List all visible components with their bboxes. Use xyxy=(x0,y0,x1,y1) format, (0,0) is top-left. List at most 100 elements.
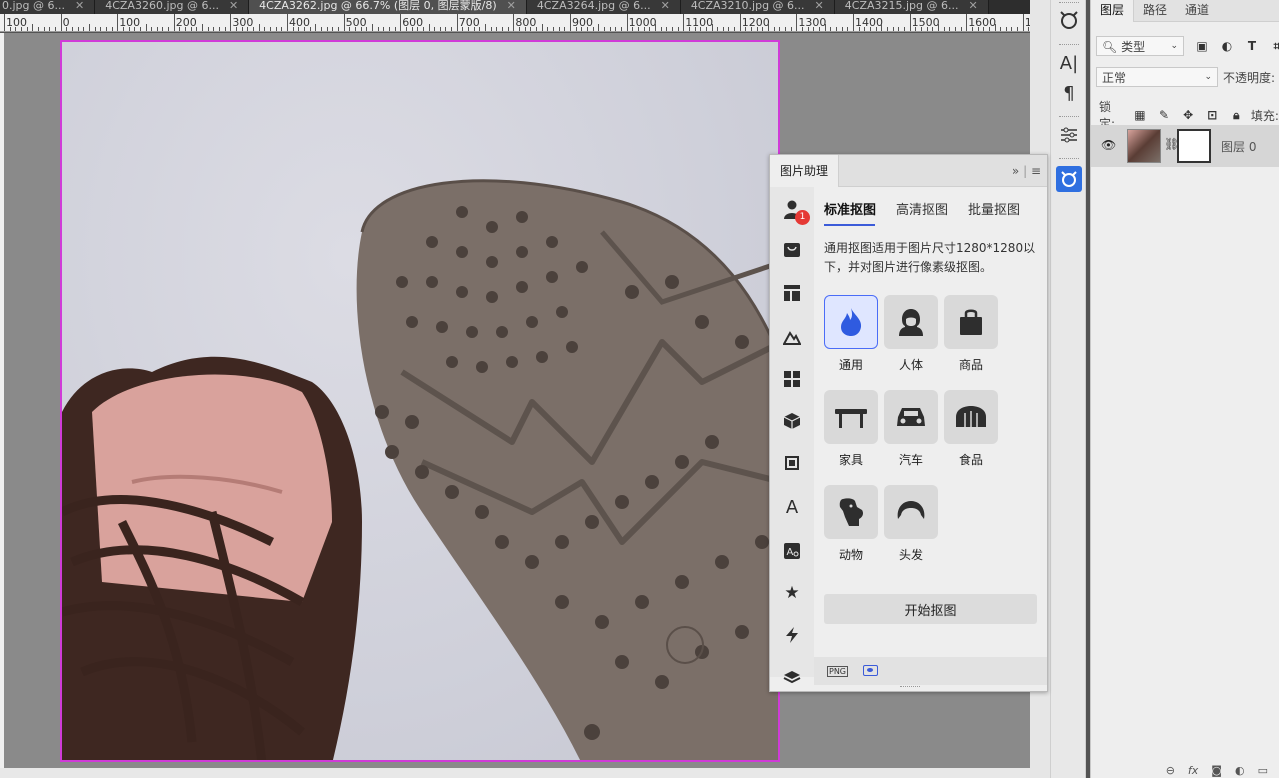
document-image[interactable] xyxy=(60,40,780,762)
lightning-icon[interactable] xyxy=(782,625,802,645)
ruler-tick xyxy=(60,14,62,31)
panel-resize-grip[interactable] xyxy=(770,683,1049,691)
layer-filter-select[interactable]: 🔍︎ 类型 ⌄ xyxy=(1096,36,1184,56)
image-assistant-plugin-icon[interactable] xyxy=(1056,166,1082,192)
close-icon[interactable]: ✕ xyxy=(507,0,516,12)
star-icon[interactable]: ★ xyxy=(782,583,802,603)
text-tool-icon[interactable]: A xyxy=(782,497,802,518)
lock-image-pixels-icon[interactable]: ✎ xyxy=(1157,108,1170,122)
crop-frame-icon[interactable] xyxy=(782,453,802,473)
adjustments-sliders-icon[interactable] xyxy=(1056,122,1082,148)
category-hair[interactable]: 头发 xyxy=(884,485,938,563)
ruler-tick xyxy=(275,27,277,31)
user-avatar-icon[interactable]: 1 xyxy=(780,197,810,225)
ruler-tick xyxy=(977,27,979,31)
tab-standard-cutout[interactable]: 标准抠图 xyxy=(824,199,876,218)
grid-apps-icon[interactable] xyxy=(782,369,802,389)
ruler-tick xyxy=(270,27,272,31)
category-car[interactable]: 汽车 xyxy=(884,390,938,468)
ruler-tick xyxy=(909,14,911,31)
image-filter-icon[interactable]: ▣ xyxy=(1195,39,1209,53)
ruler-tick xyxy=(1017,27,1019,31)
group-icon[interactable]: ▭ xyxy=(1258,764,1268,777)
plugin-bull-icon[interactable] xyxy=(1056,7,1082,33)
ruler-tick xyxy=(383,27,385,31)
plugin-main-area: 标准抠图 高清抠图 批量抠图 通用抠图适用于图片尺寸1280*1280以下，并对… xyxy=(814,187,1047,657)
close-icon[interactable]: ✕ xyxy=(75,0,84,12)
category-food[interactable]: 食品 xyxy=(944,390,998,468)
type-filter-icon[interactable]: T xyxy=(1245,39,1259,53)
fill-label: 填充: xyxy=(1250,108,1279,123)
layer-mask-thumbnail[interactable] xyxy=(1177,129,1211,163)
link-layers-icon[interactable]: ⊖ xyxy=(1166,764,1175,777)
cube-icon[interactable] xyxy=(782,411,802,431)
document-tab[interactable]: 4CZA3215.jpg @ 6... ✕ xyxy=(834,0,989,14)
shopping-bag-icon[interactable] xyxy=(782,239,802,259)
adjustment-layer-icon[interactable]: ◐ xyxy=(1235,764,1245,777)
shopping-bag-icon xyxy=(944,295,998,349)
close-icon[interactable]: ✕ xyxy=(229,0,238,12)
strip-grip[interactable] xyxy=(1059,2,1079,5)
lock-artboard-icon[interactable]: ⊡ xyxy=(1206,108,1219,122)
ruler-tick xyxy=(666,27,668,31)
adjustment-filter-icon[interactable]: ◐ xyxy=(1220,39,1234,53)
strip-grip[interactable] xyxy=(1059,116,1079,119)
ruler-tick xyxy=(9,27,11,31)
ruler-tick xyxy=(700,27,702,31)
ruler-tick xyxy=(869,27,871,31)
png-format-icon[interactable]: PNG xyxy=(827,666,849,677)
ruler-tick xyxy=(315,24,317,31)
document-tab[interactable]: 4CZA3260.jpg @ 6... ✕ xyxy=(95,0,250,14)
ruler-tick xyxy=(966,14,968,31)
ruler-tick xyxy=(592,27,594,31)
lock-transparent-pixels-icon[interactable]: ▦ xyxy=(1133,108,1146,122)
document-tab[interactable]: 4CZA3210.jpg @ 6... ✕ xyxy=(680,0,835,14)
tab-batch-cutout[interactable]: 批量抠图 xyxy=(968,199,1020,218)
tab-layers[interactable]: 图层 xyxy=(1091,0,1135,22)
collapse-icon[interactable]: » xyxy=(1012,164,1019,178)
ruler-tick xyxy=(20,27,22,31)
close-icon[interactable]: ✕ xyxy=(661,0,670,12)
vertical-ruler[interactable] xyxy=(0,33,4,768)
horizontal-ruler[interactable]: 100 0 100 200 300 400 500 600 700 800 900 1000 1100 1… xyxy=(0,14,1030,32)
visibility-eye-icon[interactable]: 👁︎ xyxy=(1101,138,1116,152)
panel-menu-icon[interactable]: ≡ xyxy=(1031,164,1041,178)
tab-paths[interactable]: 路径 xyxy=(1134,0,1176,22)
tab-channels[interactable]: 通道 xyxy=(1176,0,1218,22)
close-icon[interactable]: ✕ xyxy=(815,0,824,12)
strip-grip[interactable] xyxy=(1059,158,1079,161)
layer-name[interactable]: 图层 0 xyxy=(1221,138,1256,155)
category-animal[interactable]: 动物 xyxy=(824,485,878,563)
layer-thumbnail[interactable] xyxy=(1127,129,1161,163)
character-panel-icon[interactable]: A| xyxy=(1056,50,1082,76)
ruler-tick xyxy=(807,27,809,31)
paragraph-panel-icon[interactable]: ¶ xyxy=(1056,80,1082,106)
shape-filter-icon[interactable]: ⌗ xyxy=(1270,39,1279,53)
strip-grip[interactable] xyxy=(1059,44,1079,47)
close-icon[interactable]: ✕ xyxy=(969,0,978,12)
document-tab[interactable]: 4CZA3264.jpg @ 6... ✕ xyxy=(526,0,681,14)
ruler-tick xyxy=(394,27,396,31)
mask-output-icon[interactable] xyxy=(863,665,878,676)
layout-icon[interactable] xyxy=(782,283,802,303)
category-person[interactable]: 人体 xyxy=(884,295,938,373)
lock-position-icon[interactable]: ✥ xyxy=(1182,108,1195,122)
layer-row[interactable]: 👁︎ ⛓︎ 图层 0 xyxy=(1091,125,1279,167)
tab-hd-cutout[interactable]: 高清抠图 xyxy=(896,199,948,218)
category-furniture[interactable]: 家具 xyxy=(824,390,878,468)
plugin-title-tab[interactable]: 图片助理 xyxy=(770,155,840,187)
start-cutout-button[interactable]: 开始抠图 xyxy=(824,594,1037,624)
ruler-tick xyxy=(739,14,741,31)
document-tab-active[interactable]: 4CZA3262.jpg @ 66.7% (图层 0, 图层蒙版/8) ✕ xyxy=(249,0,527,14)
lock-all-icon[interactable]: 🔒︎ xyxy=(1230,108,1243,122)
blend-mode-select[interactable]: 正常 ⌄ xyxy=(1096,67,1218,87)
mountain-image-icon[interactable] xyxy=(782,327,802,347)
fx-icon[interactable]: fx xyxy=(1188,764,1198,777)
document-tab[interactable]: 0.jpg @ 6... ✕ xyxy=(0,0,96,14)
font-search-icon[interactable]: A xyxy=(782,541,802,561)
category-product[interactable]: 商品 xyxy=(944,295,998,373)
ruler-tick xyxy=(620,27,622,31)
category-general[interactable]: 通用 xyxy=(824,295,878,373)
ruler-tick xyxy=(553,27,555,31)
add-mask-icon[interactable]: ◙ xyxy=(1211,764,1222,777)
